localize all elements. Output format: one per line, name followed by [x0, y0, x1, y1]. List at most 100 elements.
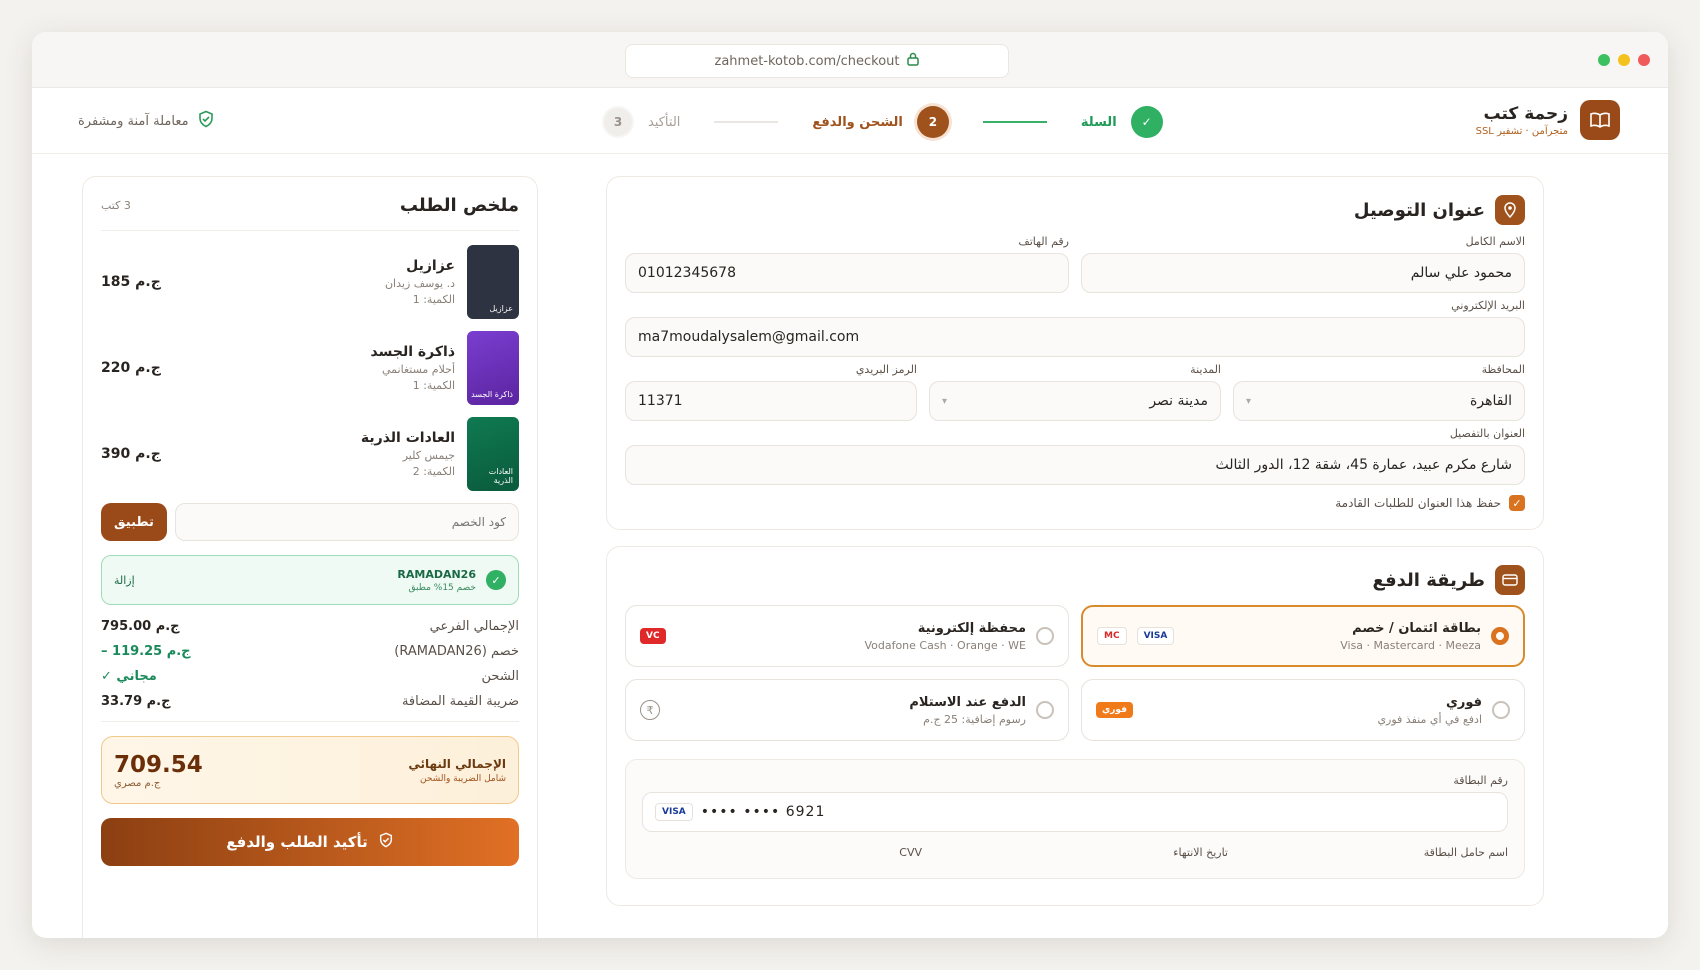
coupon-code: RAMADAN26	[397, 567, 476, 581]
payment-option-wallet[interactable]: محفظة إلكترونية Vodafone Cash · Orange · …	[625, 605, 1069, 667]
brand-tagline: متجرآمن · تشفير SSL	[1475, 125, 1568, 137]
remove-coupon-link[interactable]: إزالة	[114, 574, 135, 587]
cart-item: عزازيل عزازيل د. يوسف زيدان الكمية: 1 18…	[101, 245, 519, 319]
checkout-header: زحمة كتب متجرآمن · تشفير SSL 3 التأكيد ا…	[32, 88, 1668, 154]
step-connector	[982, 121, 1047, 123]
coupon-input[interactable]	[175, 503, 519, 541]
payment-option-fawry[interactable]: فوري ادفع في أي منفذ فوري فوري	[1081, 679, 1525, 741]
email-label: البريد الإلكتروني	[1451, 299, 1525, 312]
step-1-label: السلة	[1080, 114, 1117, 130]
book-author: جيمس كلير	[402, 449, 455, 462]
zip-input[interactable]: 11371	[625, 381, 917, 421]
expiry-label: تاريخ الانتهاء	[1173, 846, 1228, 859]
email-input[interactable]: ma7moudalysalem@gmail.com	[625, 317, 1525, 357]
vodafone-cash-icon: VC	[640, 628, 666, 644]
book-author: أحلام مستغانمي	[382, 363, 455, 376]
shipping-value: مجاني ✓	[101, 669, 157, 684]
governorate-label: المحافظة	[1481, 363, 1525, 376]
url-text: zahmet-kotob.com/checkout	[714, 53, 900, 69]
payment-title: طريقة الدفع	[1372, 569, 1485, 591]
phone-label: رقم الهاتف	[1018, 235, 1069, 248]
cvv-label: CVV	[899, 846, 922, 859]
apply-coupon-button[interactable]: تطبيق	[101, 503, 167, 541]
shield-icon	[378, 832, 394, 852]
step-connector	[714, 121, 779, 123]
book-logo-icon	[1580, 100, 1620, 140]
city-label: المدينة	[1190, 363, 1221, 376]
book-title: ذاكرة الجسد	[370, 344, 455, 360]
window-minimize-dot[interactable]	[1598, 54, 1610, 66]
checkout-steps: 3 التأكيد الشحن والدفع 2 السلة ✓	[602, 106, 1163, 138]
payment-option-title: محفظة إلكترونية	[917, 620, 1026, 636]
radio-unselected[interactable]	[1036, 627, 1054, 645]
fawry-icon: فوري	[1096, 702, 1133, 718]
payment-option-sub: ادفع في أي منفذ فوري	[1377, 712, 1482, 726]
zip-label: الرمز البريدي	[855, 363, 917, 376]
secure-label: معاملة آمنة ومشفرة	[78, 113, 189, 129]
radio-unselected[interactable]	[1492, 701, 1510, 719]
step-2-label: الشحن والدفع	[812, 114, 903, 130]
radio-selected[interactable]	[1491, 627, 1509, 645]
browser-window: zahmet-kotob.com/checkout زحمة كتب متجرآ…	[32, 32, 1668, 938]
total-label: الإجمالي النهائي	[408, 756, 506, 771]
chevron-down-icon: ▾	[942, 395, 948, 407]
chevron-down-icon: ▾	[1246, 395, 1252, 407]
address-bar[interactable]: zahmet-kotob.com/checkout	[625, 44, 1009, 78]
book-author: د. يوسف زيدان	[384, 277, 455, 290]
address-title: عنوان التوصيل	[1353, 199, 1485, 221]
book-cover: عزازيل	[467, 245, 519, 319]
book-qty: الكمية: 2	[412, 465, 455, 478]
discount-label: خصم (RAMADAN26)	[394, 644, 519, 659]
book-cover: ذاكرة الجسد	[467, 331, 519, 405]
governorate-select[interactable]: القاهرة ▾	[1233, 381, 1525, 421]
visa-icon: VISA	[655, 803, 693, 821]
vat-label: ضريبة القيمة المضافة	[401, 694, 519, 709]
step-3-label: التأكيد	[648, 114, 681, 130]
address-section: عنوان التوصيل الاسم الكامل محمود علي سالم…	[606, 176, 1544, 530]
address-detail-label: العنوان بالتفصيل	[1449, 427, 1525, 440]
window-maximize-dot[interactable]	[1618, 54, 1630, 66]
holder-label: اسم حامل البطاقة	[1423, 846, 1508, 859]
grand-total: الإجمالي النهائي شامل الضريبة والشحن 709…	[101, 736, 519, 804]
fullname-label: الاسم الكامل	[1465, 235, 1525, 248]
payment-option-sub: Visa · Mastercard · Meeza	[1340, 638, 1481, 652]
payment-option-title: بطاقة ائتمان / خصم	[1352, 620, 1481, 636]
cash-icon: ₹	[640, 700, 660, 720]
map-pin-icon	[1495, 195, 1525, 225]
confirm-label: تأكيد الطلب والدفع	[226, 833, 368, 851]
vat-value: 33.79 ج.م	[101, 694, 171, 709]
payment-section: طريقة الدفع بطاقة ائتمان / خصم Visa · Mas…	[606, 546, 1544, 906]
cart-item: العادات الذرية العادات الذرية جيمس كلير …	[101, 417, 519, 491]
payment-option-cod[interactable]: الدفع عند الاستلام رسوم إضافية: 25 ج.م ₹	[625, 679, 1069, 741]
book-price: 390 ج.م	[101, 446, 161, 462]
save-address-label: حفظ هذا العنوان للطلبات القادمة	[1335, 496, 1501, 510]
order-summary: ملخص الطلب 3 كتب عزازيل عزازيل د. يوسف ز…	[82, 176, 538, 938]
shipping-label: الشحن	[481, 669, 519, 684]
subtotal-value: 795.00 ج.م	[101, 619, 180, 634]
window-close-dot[interactable]	[1638, 54, 1650, 66]
step-2-circle: 2	[916, 106, 949, 138]
card-number-value: •••• •••• 6921	[700, 804, 826, 820]
save-address-checkbox[interactable]: ✓	[1509, 495, 1525, 511]
card-details-form: رقم البطاقة VISA •••• •••• 6921 اسم حامل…	[625, 759, 1525, 879]
total-currency: ج.م مصري	[114, 777, 161, 789]
subtotal-label: الإجمالي الفرعي	[429, 619, 519, 634]
payment-option-card[interactable]: بطاقة ائتمان / خصم Visa · Mastercard · Me…	[1081, 605, 1525, 667]
check-circle-icon: ✓	[486, 570, 506, 590]
card-number-input[interactable]: VISA •••• •••• 6921	[642, 792, 1508, 832]
address-detail-input[interactable]: شارع مكرم عبيد، عمارة 45، شقة 12، الدور …	[625, 445, 1525, 485]
city-select[interactable]: مدينة نصر ▾	[929, 381, 1221, 421]
shield-check-icon	[197, 110, 215, 132]
brand[interactable]: زحمة كتب متجرآمن · تشفير SSL	[1476, 100, 1620, 140]
radio-unselected[interactable]	[1036, 701, 1054, 719]
fullname-input[interactable]: محمود علي سالم	[1081, 253, 1525, 293]
confirm-order-button[interactable]: تأكيد الطلب والدفع	[101, 818, 519, 866]
step-3-circle: 3	[602, 106, 634, 138]
summary-count: 3 كتب	[101, 199, 131, 212]
step-1-check-icon: ✓	[1130, 106, 1163, 138]
phone-input[interactable]: 01012345678	[625, 253, 1069, 293]
summary-title: ملخص الطلب	[399, 195, 519, 216]
lock-icon	[907, 52, 920, 70]
mastercard-icon: MC	[1097, 627, 1127, 645]
book-title: العادات الذرية	[360, 430, 455, 446]
